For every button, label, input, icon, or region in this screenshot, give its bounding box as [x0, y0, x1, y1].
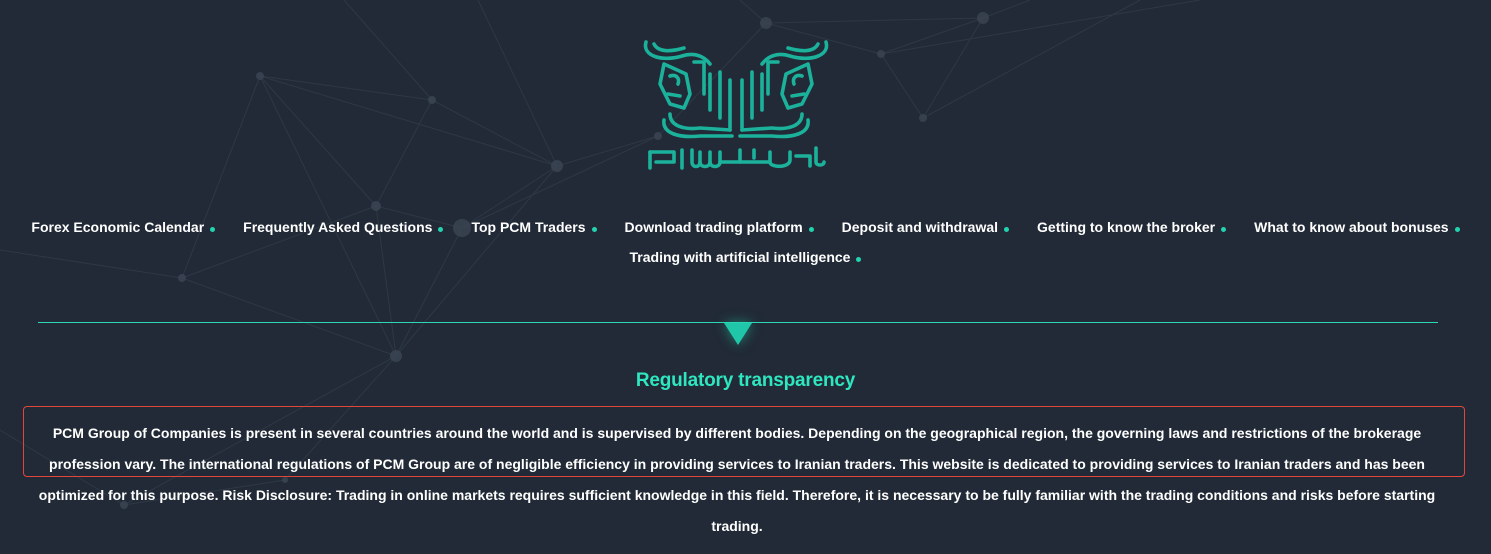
- bullet-dot-icon: [1454, 226, 1460, 232]
- bullet-dot-icon: [591, 226, 597, 232]
- bullet-dot-icon: [1221, 226, 1227, 232]
- nav-item-label: Forex Economic Calendar: [31, 219, 205, 235]
- page: Forex Economic Calendar Frequently Asked…: [0, 0, 1491, 554]
- triangle-down-icon: [724, 323, 752, 345]
- bullet-dot-icon: [1004, 226, 1010, 232]
- nav-row-secondary: Trading with artificial intelligence: [0, 249, 1491, 265]
- nav-item-bonuses[interactable]: What to know about bonuses: [1254, 219, 1460, 235]
- nav-item-label: What to know about bonuses: [1254, 219, 1449, 235]
- bullet-dot-icon: [808, 226, 814, 232]
- regulatory-paragraph: PCM Group of Companies is present in sev…: [38, 425, 1436, 534]
- nav-item-faq[interactable]: Frequently Asked Questions: [243, 219, 444, 235]
- section-title: Regulatory transparency: [635, 370, 856, 391]
- nav-item-know-the-broker[interactable]: Getting to know the broker: [1037, 219, 1227, 235]
- nav-item-label: Top PCM Traders: [471, 219, 586, 235]
- bullet-dot-icon: [210, 226, 216, 232]
- nav-item-deposit-withdrawal[interactable]: Deposit and withdrawal: [841, 219, 1010, 235]
- nav-item-label: Download trading platform: [624, 219, 803, 235]
- bullet-dot-icon: [438, 226, 444, 232]
- nav-item-ai-trading[interactable]: Trading with artificial intelligence: [630, 249, 862, 265]
- nav-item-download-platform[interactable]: Download trading platform: [625, 219, 814, 235]
- nav-item-top-traders[interactable]: Top PCM Traders: [471, 219, 597, 235]
- nav-item-label: Frequently Asked Questions: [243, 219, 433, 235]
- nav-item-forex-economic-calendar[interactable]: Forex Economic Calendar: [31, 219, 216, 235]
- nav-item-label: Getting to know the broker: [1037, 219, 1216, 235]
- nav-row-primary: Forex Economic Calendar Frequently Asked…: [0, 219, 1491, 235]
- bullet-dot-icon: [856, 256, 862, 262]
- nav-item-label: Deposit and withdrawal: [841, 219, 999, 235]
- twin-bull-logo-icon[interactable]: [640, 34, 832, 174]
- nav-item-label: Trading with artificial intelligence: [629, 249, 851, 265]
